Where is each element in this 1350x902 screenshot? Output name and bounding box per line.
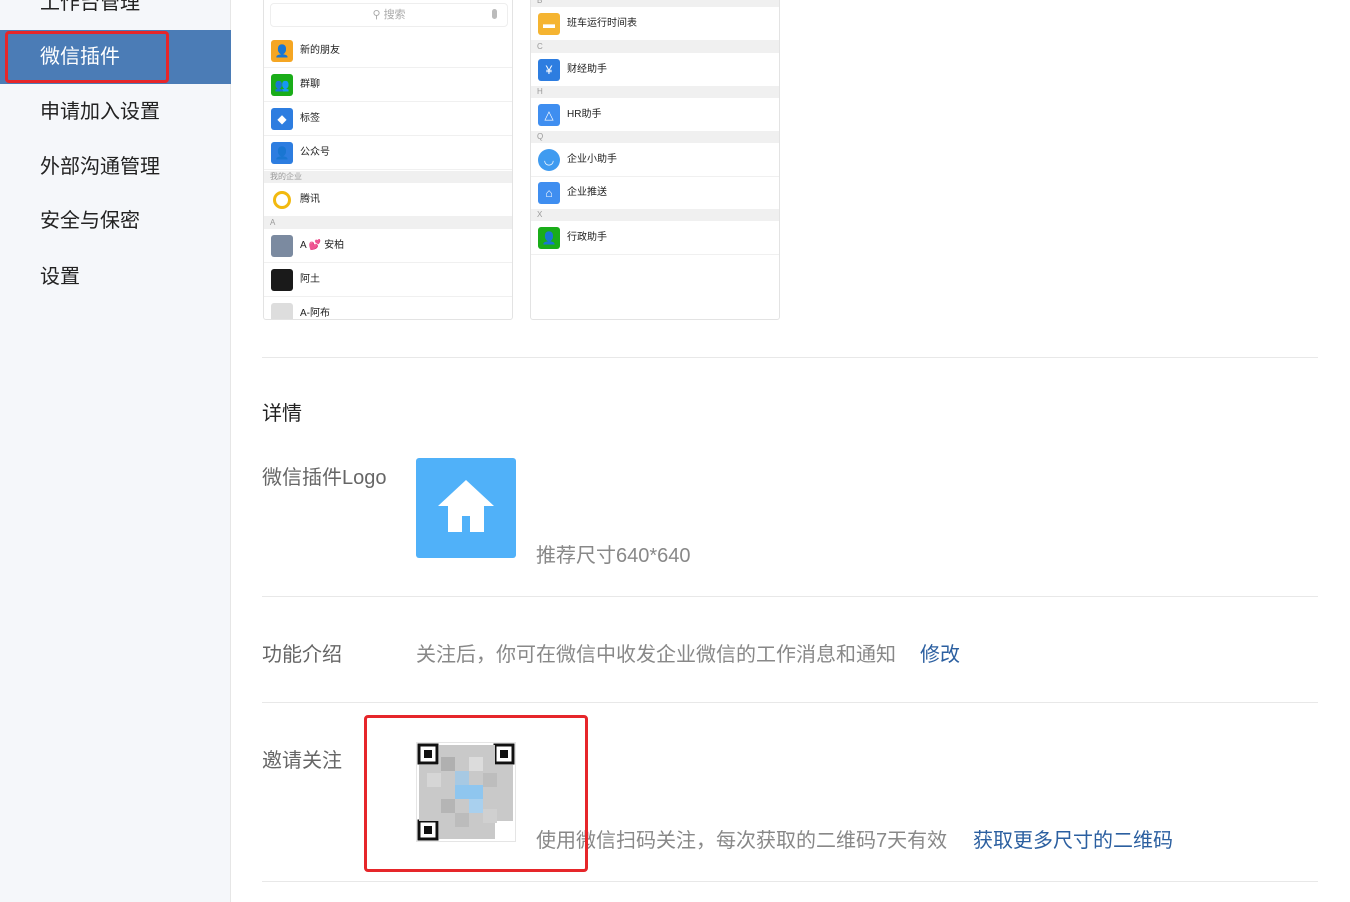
admin-icon: 👤 xyxy=(538,227,560,249)
list-item: ¥ 财经助手 xyxy=(531,53,779,87)
list-item: 👤 行政助手 xyxy=(531,221,779,255)
section-header: A xyxy=(264,217,512,229)
list-item: 👥 群聊 xyxy=(264,68,512,102)
divider xyxy=(262,702,1318,703)
list-item: 👤 新的朋友 xyxy=(264,34,512,68)
list-item-label: A 💕 安柏 xyxy=(300,240,345,251)
list-item: A 💕 安柏 xyxy=(264,229,512,263)
plugin-list-preview: B ▬ 班车运行时间表 C ¥ 财经助手 H △ HR助手 Q ◡ 企业小助手 … xyxy=(530,0,780,320)
list-item: ⌂ 企业推送 xyxy=(531,176,779,210)
section-header: H xyxy=(531,86,779,98)
list-item: 阿土 xyxy=(264,263,512,297)
sidebar-item-external-communication[interactable]: 外部沟通管理 xyxy=(0,140,231,194)
list-item-label: HR助手 xyxy=(567,109,602,120)
group-chat-icon: 👥 xyxy=(271,74,293,96)
intro-label: 功能介绍 xyxy=(262,644,342,666)
microphone-icon xyxy=(492,9,497,19)
section-header: X xyxy=(531,209,779,221)
list-item: ◆ 标签 xyxy=(264,102,512,136)
list-item: A-阿布 xyxy=(264,297,512,319)
list-item: ▬ 班车运行时间表 xyxy=(531,7,779,41)
list-item-label: 腾讯 xyxy=(300,194,320,205)
plugin-logo[interactable] xyxy=(416,458,516,558)
list-item: 👤 公众号 xyxy=(264,136,512,170)
finance-icon: ¥ xyxy=(538,59,560,81)
list-item-label: 标签 xyxy=(300,113,320,124)
preview-search-bar: ⚲ 搜索 xyxy=(270,3,508,27)
add-friend-icon: 👤 xyxy=(271,40,293,62)
list-item: △ HR助手 xyxy=(531,98,779,132)
tag-icon: ◆ xyxy=(271,108,293,130)
sidebar-item-join-settings[interactable]: 申请加入设置 xyxy=(0,85,231,139)
search-icon: ⚲ xyxy=(372,9,384,21)
section-header: C xyxy=(531,41,779,53)
list-item-label: A-阿布 xyxy=(300,308,330,319)
list-item: 腾讯 xyxy=(264,183,512,217)
highlight-box-sidebar xyxy=(5,31,169,83)
list-item: ◡ 企业小助手 xyxy=(531,143,779,177)
sidebar-item-workbench[interactable]: 工作台管理 xyxy=(0,0,231,30)
edit-intro-link[interactable]: 修改 xyxy=(920,638,960,667)
invite-text: 使用微信扫码关注，每次获取的二维码7天有效 xyxy=(536,830,948,852)
list-item-label: 公众号 xyxy=(300,147,330,158)
divider xyxy=(262,596,1318,597)
logo-size-hint: 推荐尺寸640*640 xyxy=(536,545,691,567)
highlight-box-qr xyxy=(364,715,588,872)
hr-icon: △ xyxy=(538,104,560,126)
section-header: 我的企业 xyxy=(264,171,512,183)
official-account-icon: 👤 xyxy=(271,142,293,164)
list-item-label: 行政助手 xyxy=(567,232,607,243)
list-item-label: 阿土 xyxy=(300,274,320,285)
list-item-label: 班车运行时间表 xyxy=(567,18,637,29)
list-item-label: 群聊 xyxy=(300,79,320,90)
contacts-preview: ⚲ 搜索 👤 新的朋友 👥 群聊 ◆ 标签 👤 公众号 我的企业 腾讯 A A … xyxy=(263,0,513,320)
list-item-label: 新的朋友 xyxy=(300,45,340,56)
logo-label: 微信插件Logo xyxy=(262,467,387,489)
section-header: B xyxy=(531,0,779,7)
avatar xyxy=(271,235,293,257)
section-title-details: 详情 xyxy=(262,403,302,425)
avatar xyxy=(271,269,293,291)
home-icon: ⌂ xyxy=(538,182,560,204)
divider xyxy=(262,357,1318,358)
divider xyxy=(262,881,1318,882)
intro-text: 关注后，你可在微信中收发企业微信的工作消息和通知 xyxy=(416,644,896,666)
list-item-label: 财经助手 xyxy=(567,64,607,75)
section-header: Q xyxy=(531,131,779,143)
tencent-logo-icon xyxy=(273,191,291,209)
home-icon xyxy=(438,480,494,532)
more-qr-sizes-link[interactable]: 获取更多尺寸的二维码 xyxy=(973,824,1173,853)
sidebar-item-security[interactable]: 安全与保密 xyxy=(0,194,231,248)
preview-search-placeholder: 搜索 xyxy=(383,9,406,21)
list-item-label: 企业小助手 xyxy=(567,154,617,165)
sidebar-item-settings[interactable]: 设置 xyxy=(0,250,231,304)
invite-label: 邀请关注 xyxy=(262,750,342,772)
sidebar: 工作台管理 微信插件 申请加入设置 外部沟通管理 安全与保密 设置 xyxy=(0,0,231,902)
avatar xyxy=(271,303,293,319)
bus-schedule-icon: ▬ xyxy=(538,13,560,35)
assistant-icon: ◡ xyxy=(538,149,560,171)
list-item-label: 企业推送 xyxy=(567,187,607,198)
